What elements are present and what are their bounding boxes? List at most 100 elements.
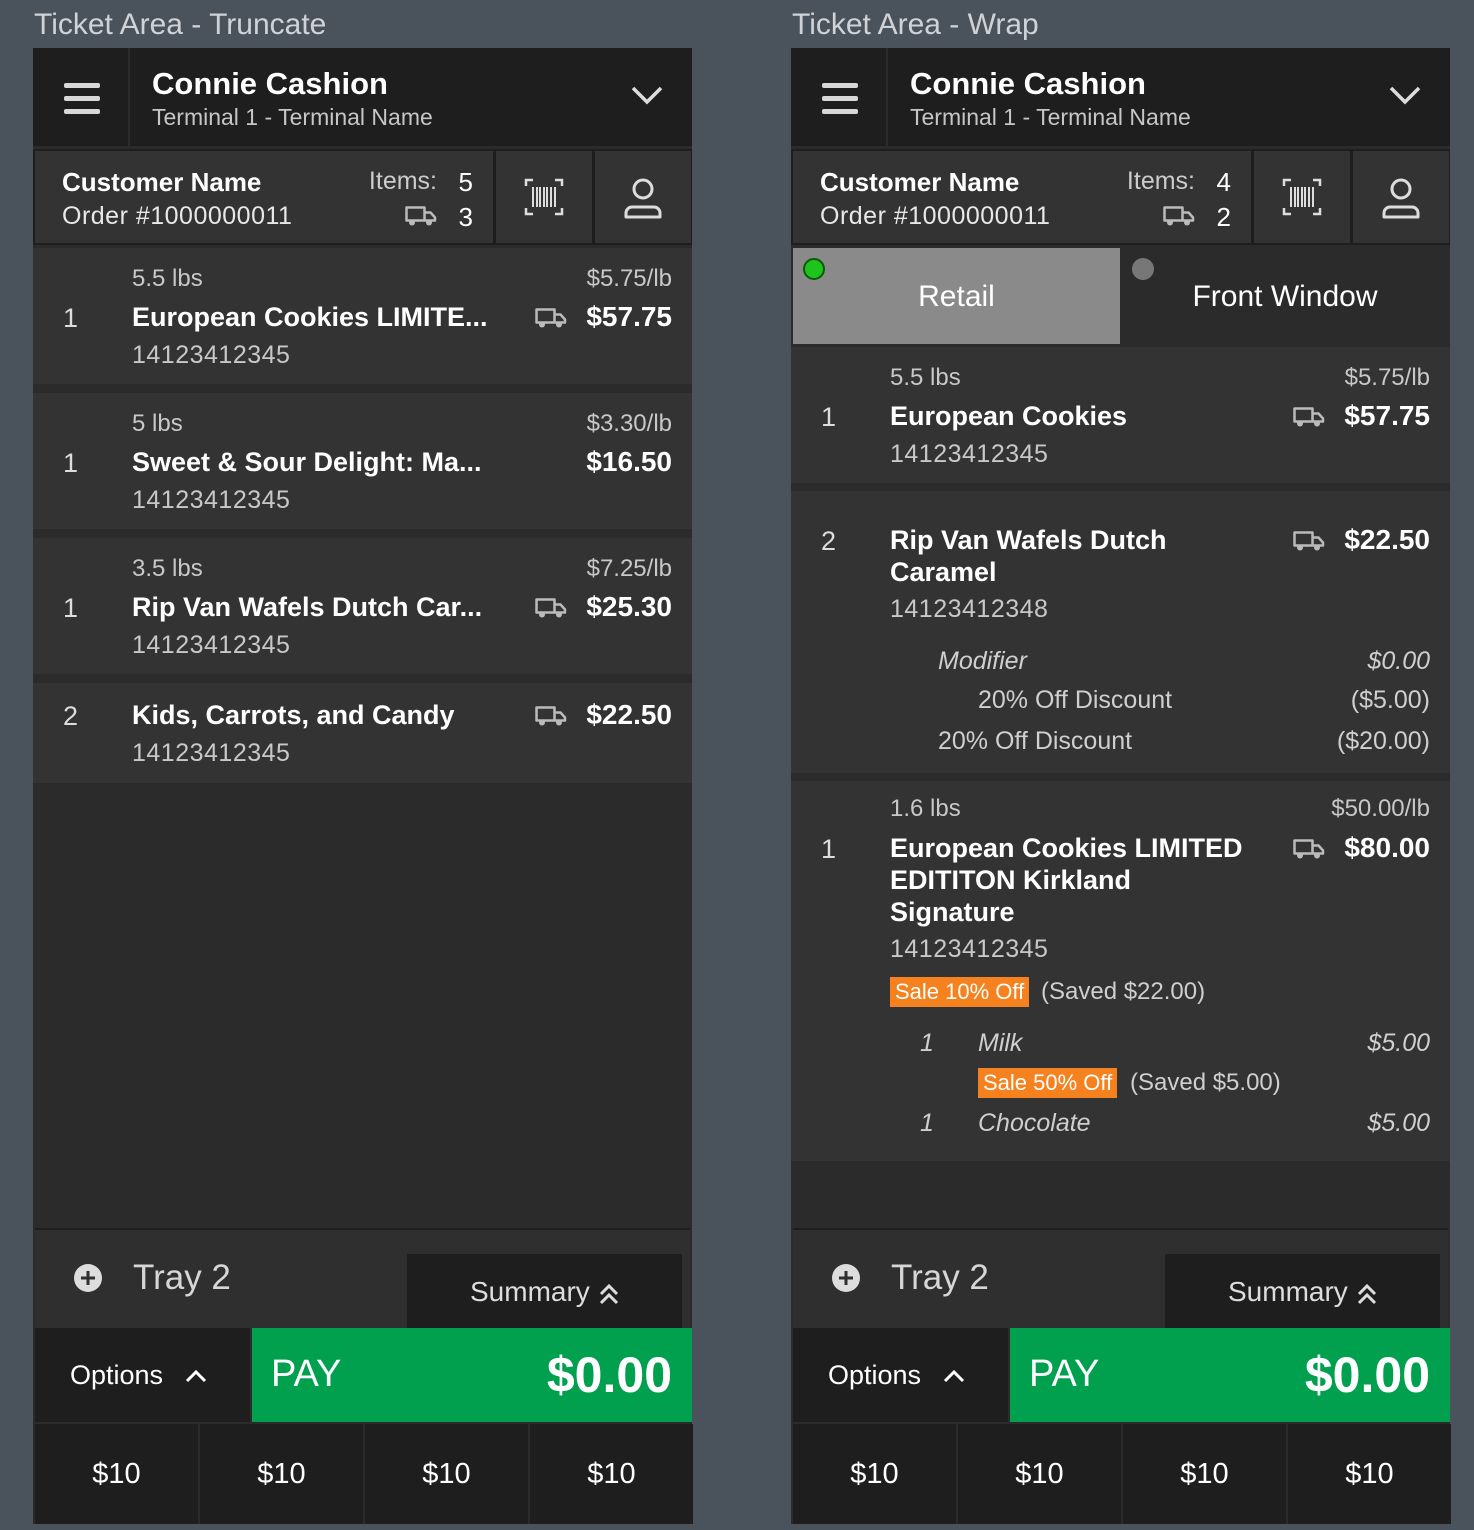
addon-price: $5.00 — [1367, 1109, 1430, 1137]
line-unit-price: $5.75/lb — [1344, 364, 1430, 391]
segment-label: Front Window — [1192, 280, 1378, 313]
summary-button[interactable]: Summary — [1165, 1254, 1440, 1330]
truck-icon — [535, 307, 567, 329]
chevron-down-icon[interactable] — [630, 82, 664, 108]
addon-name: Chocolate — [978, 1109, 1091, 1137]
line-price: $25.30 — [586, 591, 672, 622]
scan-button[interactable] — [496, 151, 592, 243]
line-unit-price: $3.30/lb — [586, 410, 672, 437]
hamburger-icon — [822, 83, 858, 115]
customer-bar: Customer Name Order #1000000011 Items: 4… — [791, 149, 1450, 245]
quick-cash-button[interactable]: $10 — [365, 1424, 528, 1524]
line-price: $22.50 — [586, 699, 672, 730]
terminal-name: Terminal 1 - Terminal Name — [910, 104, 1191, 130]
line-unit-price: $50.00/lb — [1331, 795, 1430, 822]
user-icon — [624, 178, 662, 219]
saved-amount: (Saved $5.00) — [1130, 1069, 1281, 1096]
order-number: Order #1000000011 — [820, 202, 1051, 230]
pay-button[interactable]: PAY $0.00 — [1010, 1328, 1450, 1422]
chevron-down-icon[interactable] — [1388, 82, 1422, 108]
options-button[interactable]: Options — [35, 1328, 250, 1422]
customer-button[interactable] — [1353, 151, 1449, 243]
line-weight: 5 lbs — [132, 410, 183, 437]
summary-button[interactable]: Summary — [407, 1254, 682, 1330]
options-button[interactable]: Options — [793, 1328, 1008, 1422]
options-label: Options — [828, 1360, 922, 1390]
line-item[interactable]: 3.5 lbs $7.25/lb 1 Rip Van Wafels Dutch … — [33, 538, 692, 674]
truck-icon — [405, 205, 437, 227]
line-item[interactable]: 1.6 lbs $50.00/lb 1 European Cookies LIM… — [791, 781, 1450, 1161]
plus-circle-icon[interactable] — [831, 1263, 861, 1293]
status-dot — [803, 258, 825, 280]
hamburger-icon — [64, 83, 100, 115]
quick-cash-button[interactable]: $10 — [1123, 1424, 1286, 1524]
saved-amount: (Saved $22.00) — [1041, 978, 1206, 1005]
customer-info[interactable]: Customer Name Order #1000000011 Items: 5… — [35, 151, 493, 243]
addon-price: $5.00 — [1367, 1029, 1430, 1057]
options-label: Options — [70, 1360, 164, 1390]
tray-label[interactable]: Tray 2 — [133, 1258, 231, 1298]
tray-label[interactable]: Tray 2 — [891, 1258, 989, 1298]
items-label: Items: — [1126, 167, 1195, 195]
line-price: $16.50 — [586, 446, 672, 477]
barcode-icon — [1282, 178, 1322, 216]
quick-cash-button[interactable]: $10 — [958, 1424, 1121, 1524]
line-item[interactable]: 5.5 lbs $5.75/lb 1 European Cookies $57.… — [791, 347, 1450, 483]
header-bar: Connie Cashion Terminal 1 - Terminal Nam… — [791, 48, 1450, 148]
panel-title: Ticket Area - Truncate — [34, 8, 327, 41]
menu-button[interactable] — [791, 48, 888, 148]
items-label: Items: — [368, 167, 437, 195]
line-name: European Cookies LIMITE... — [132, 302, 488, 332]
modifier-price: $0.00 — [1367, 647, 1430, 675]
pay-label: PAY — [271, 1353, 342, 1395]
pay-button[interactable]: PAY $0.00 — [252, 1328, 692, 1422]
double-chevron-up-icon — [1357, 1283, 1377, 1305]
line-sku: 14123412345 — [132, 631, 291, 659]
sale-badge: Sale 10% Off — [890, 977, 1030, 1007]
line-qty: 1 — [821, 834, 837, 864]
line-item[interactable]: 2 Kids, Carrots, and Candy $22.50 141234… — [33, 683, 692, 783]
plus-circle-icon[interactable] — [73, 1263, 103, 1293]
customer-bar: Customer Name Order #1000000011 Items: 5… — [33, 149, 692, 245]
items-count: 4 — [1216, 167, 1231, 197]
line-sku: 14123412345 — [132, 486, 291, 514]
chevron-up-icon — [943, 1369, 965, 1383]
segment-front-window[interactable]: Front Window — [1122, 248, 1448, 344]
quick-cash-button[interactable]: $10 — [200, 1424, 363, 1524]
line-qty: 2 — [821, 526, 837, 556]
line-qty: 2 — [63, 701, 79, 731]
line-sku: 14123412345 — [890, 935, 1049, 963]
segment-retail[interactable]: Retail — [793, 248, 1120, 344]
quick-cash-button[interactable]: $10 — [530, 1424, 693, 1524]
scan-button[interactable] — [1254, 151, 1350, 243]
quick-cash-button[interactable]: $10 — [35, 1424, 198, 1524]
ship-count: 3 — [458, 202, 473, 232]
line-name: European Cookies — [890, 401, 1128, 431]
line-item[interactable]: 5.5 lbs $5.75/lb 1 European Cookies LIMI… — [33, 248, 692, 384]
terminal-name: Terminal 1 - Terminal Name — [152, 104, 433, 130]
quick-cash-button[interactable]: $10 — [1288, 1424, 1451, 1524]
addon-qty: 1 — [920, 1109, 934, 1137]
truck-icon — [535, 705, 567, 727]
sale-badge: Sale 50% Off — [978, 1068, 1118, 1098]
truck-icon — [1293, 530, 1325, 552]
discount-price: ($20.00) — [1336, 727, 1430, 755]
truck-icon — [1293, 406, 1325, 428]
line-sku: 14123412345 — [890, 440, 1049, 468]
line-qty: 1 — [63, 448, 79, 478]
line-item[interactable]: 2 Rip Van Wafels Dutch Caramel $22.50 14… — [791, 491, 1450, 773]
user-icon — [1382, 178, 1420, 219]
line-qty: 1 — [63, 593, 79, 623]
line-name: Sweet & Sour Delight: Ma... — [132, 447, 482, 477]
menu-button[interactable] — [33, 48, 130, 148]
line-qty: 1 — [63, 303, 79, 333]
line-sku: 14123412345 — [132, 739, 291, 767]
order-number: Order #1000000011 — [62, 202, 293, 230]
quick-cash-button[interactable]: $10 — [793, 1424, 956, 1524]
panel-title: Ticket Area - Wrap — [792, 8, 1039, 41]
customer-button[interactable] — [595, 151, 691, 243]
line-qty: 1 — [821, 402, 837, 432]
customer-info[interactable]: Customer Name Order #1000000011 Items: 4… — [793, 151, 1251, 243]
summary-label: Summary — [470, 1276, 590, 1307]
line-item[interactable]: 5 lbs $3.30/lb 1 Sweet & Sour Delight: M… — [33, 393, 692, 529]
